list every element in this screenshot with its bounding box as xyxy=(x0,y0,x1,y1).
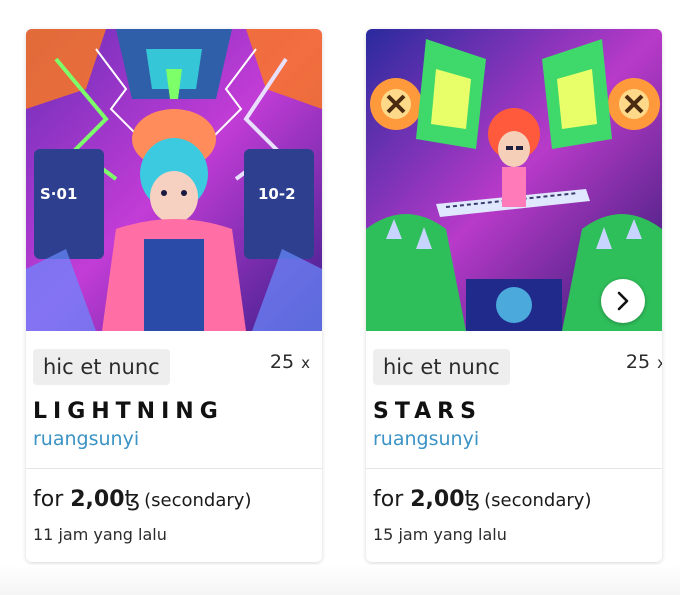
artist-link[interactable]: ruangsunyi xyxy=(33,428,139,450)
price-prefix: for xyxy=(33,487,64,512)
chevron-right-icon xyxy=(617,291,629,311)
editions-suffix: x xyxy=(301,354,310,372)
next-button[interactable] xyxy=(601,279,645,323)
price-amount: 2,00 xyxy=(410,487,465,512)
platform-badge[interactable]: hic et nunc xyxy=(373,349,510,385)
divider xyxy=(366,468,662,469)
price-qualifier: (secondary) xyxy=(144,490,252,511)
editions-count: 25 x xyxy=(270,351,310,373)
divider xyxy=(26,468,322,469)
svg-text:S·01: S·01 xyxy=(40,185,77,203)
price-line: for 2,00ꜩ (secondary) xyxy=(373,487,591,512)
editions-suffix: x xyxy=(657,354,662,372)
svg-text:10-2: 10-2 xyxy=(258,185,296,203)
editions-number: 25 xyxy=(625,351,651,373)
nft-title[interactable]: LIGHTNING xyxy=(33,399,224,424)
timestamp: 11 jam yang lalu xyxy=(33,525,167,544)
nft-card-lightning[interactable]: S·01 10-2 hic et nunc 25 x LIGHTNING ruan… xyxy=(26,29,322,562)
price-prefix: for xyxy=(373,487,404,512)
editions-number: 25 xyxy=(269,351,295,373)
artist-link[interactable]: ruangsunyi xyxy=(373,428,479,450)
platform-badge[interactable]: hic et nunc xyxy=(33,349,170,385)
scroll-fade xyxy=(0,565,680,595)
editions-count: 25 x xyxy=(626,351,662,373)
nft-card-stars[interactable]: hic et nunc 25 x STARS ruangsunyi for 2,0… xyxy=(366,29,662,562)
tez-currency-icon: ꜩ xyxy=(464,487,481,512)
price-line: for 2,00ꜩ (secondary) xyxy=(33,487,251,512)
price-amount: 2,00 xyxy=(70,487,125,512)
timestamp: 15 jam yang lalu xyxy=(373,525,507,544)
artwork-image[interactable]: S·01 10-2 xyxy=(26,29,322,331)
tez-currency-icon: ꜩ xyxy=(124,487,141,512)
price-qualifier: (secondary) xyxy=(484,490,592,511)
nft-title[interactable]: STARS xyxy=(373,399,482,424)
